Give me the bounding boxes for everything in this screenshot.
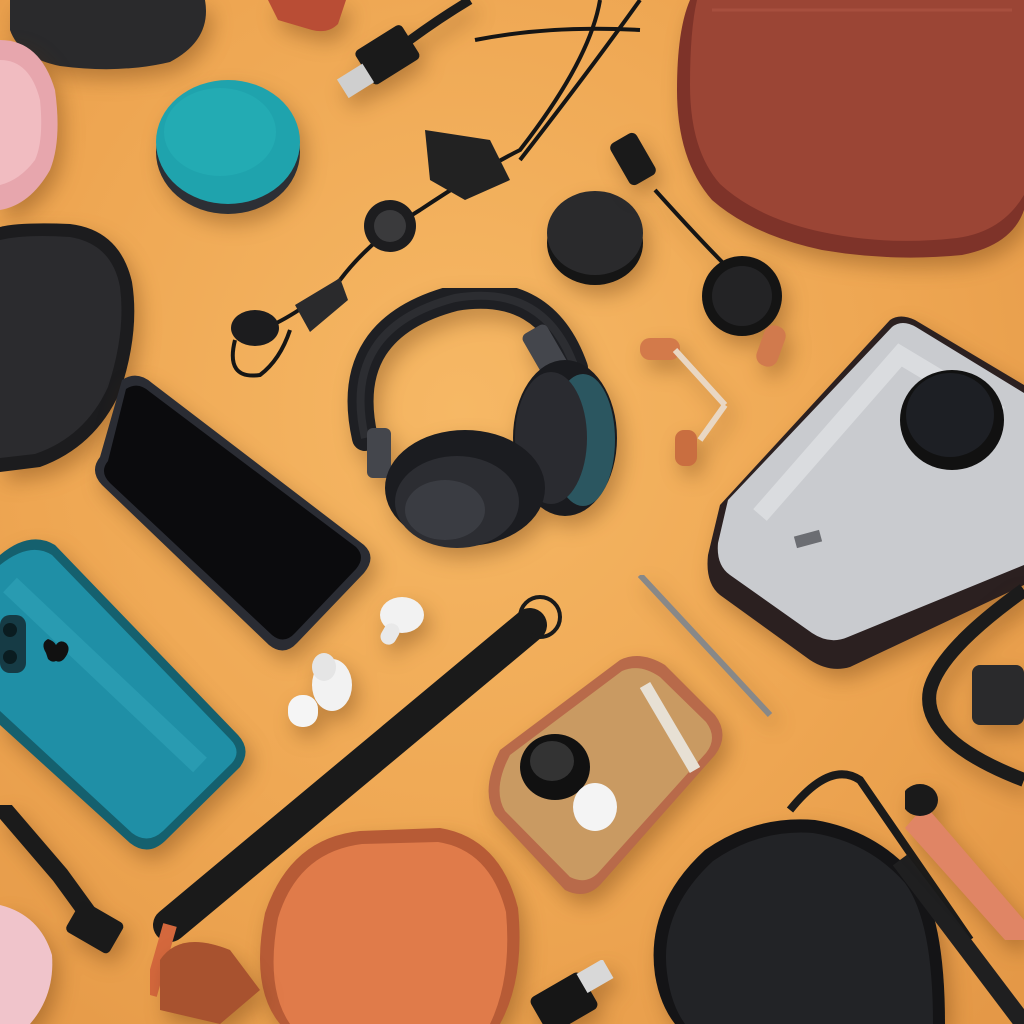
usb-stick [530,960,614,1024]
headphones [347,288,617,548]
pink-device-bottomleft [0,805,124,1024]
tube-orange [905,784,1024,940]
clip-orange [160,942,260,1024]
product-flatlay-scene: portable-speaker-silver [0,0,1024,1024]
pink-device-topleft [0,40,58,210]
pouch-orange [260,828,520,1024]
